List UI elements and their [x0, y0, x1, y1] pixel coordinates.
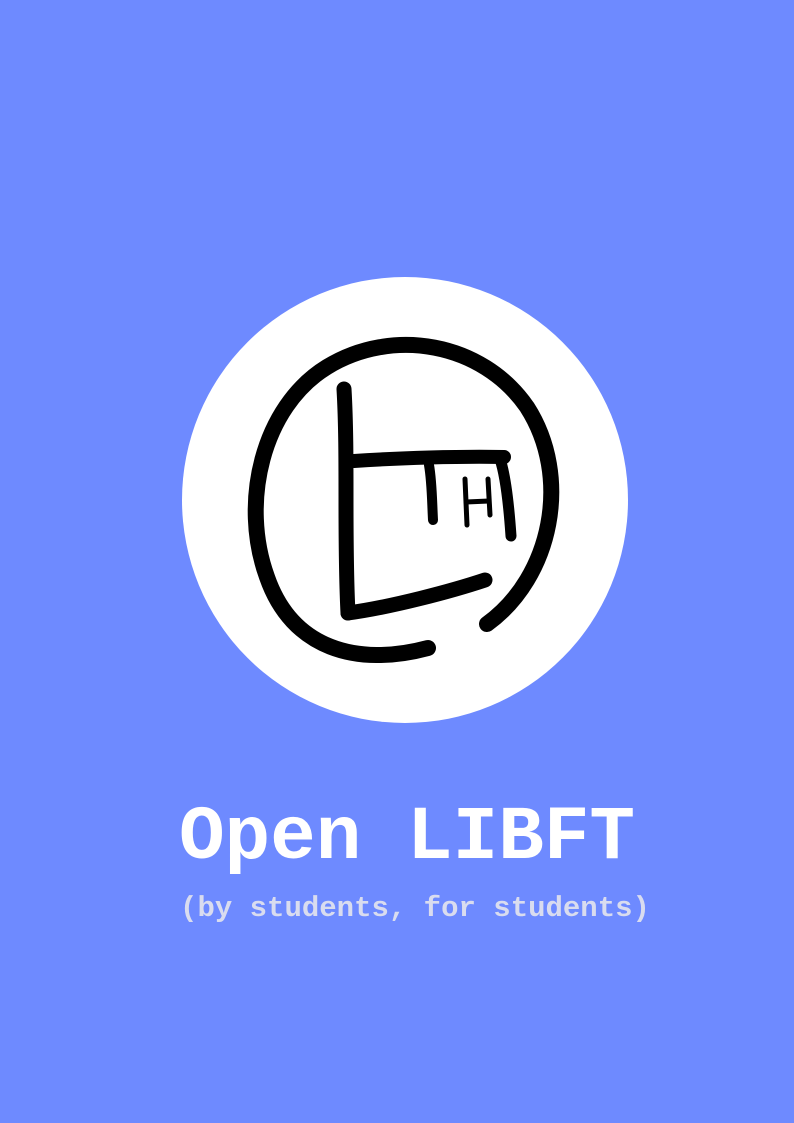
- page-title: Open LIBFT: [178, 795, 636, 881]
- lt-monogram-logo-icon: [247, 336, 560, 663]
- page-subtitle: (by students, for students): [180, 892, 650, 925]
- logo-disc: [182, 277, 628, 723]
- cover-page: Open LIBFT (by students, for students): [0, 0, 794, 1123]
